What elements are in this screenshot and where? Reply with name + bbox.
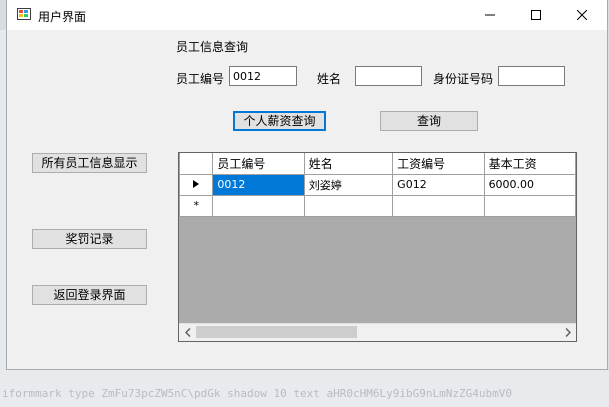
new-row-cell[interactable] bbox=[212, 194, 305, 217]
salary-query-button[interactable]: 个人薪资查询 bbox=[233, 111, 326, 131]
table-row[interactable]: 0012 刘姿婷 G012 6000.00 bbox=[179, 173, 576, 196]
grid-corner-cell[interactable] bbox=[179, 153, 214, 175]
new-row-cell[interactable] bbox=[303, 194, 394, 217]
id-card-input[interactable] bbox=[498, 66, 565, 86]
title-bar[interactable]: 用户界面 bbox=[7, 0, 607, 30]
new-row-cell[interactable] bbox=[483, 194, 576, 217]
grid-header-row: 员工编号 姓名 工资编号 基本工资 bbox=[179, 153, 576, 175]
minimize-button[interactable] bbox=[467, 0, 513, 30]
minimize-icon bbox=[485, 14, 495, 16]
column-header-name[interactable]: 姓名 bbox=[303, 153, 394, 175]
current-row-icon bbox=[193, 180, 200, 188]
window-title: 用户界面 bbox=[38, 10, 87, 24]
column-header-salary-id[interactable]: 工资编号 bbox=[392, 153, 485, 175]
scroll-right-button[interactable] bbox=[559, 324, 576, 341]
horizontal-scrollbar[interactable] bbox=[179, 323, 576, 341]
name-label: 姓名 bbox=[317, 72, 342, 86]
close-button[interactable] bbox=[559, 0, 605, 30]
background-bottom-text: iformmark type ZmFu73pcZW5nC\pdGk shadow… bbox=[2, 387, 512, 400]
back-to-login-button[interactable]: 返回登录界面 bbox=[32, 285, 147, 305]
query-button[interactable]: 查询 bbox=[380, 111, 478, 131]
maximize-button[interactable] bbox=[513, 0, 559, 30]
rewards-records-button[interactable]: 奖罚记录 bbox=[32, 229, 147, 249]
chevron-left-icon bbox=[184, 328, 191, 337]
section-title: 员工信息查询 bbox=[176, 40, 249, 54]
column-header-employee-id[interactable]: 员工编号 bbox=[212, 153, 305, 175]
cell-base-salary[interactable]: 6000.00 bbox=[483, 173, 576, 196]
new-row[interactable]: * bbox=[179, 194, 576, 217]
cell-employee-id[interactable]: 0012 bbox=[212, 173, 305, 196]
cell-salary-id[interactable]: G012 bbox=[392, 173, 485, 196]
user-window: 用户界面 员工信息查询 员工编号 姓名 身份证号码 个人薪资查询 查询 所有员工… bbox=[6, 0, 608, 370]
scrollbar-thumb[interactable] bbox=[196, 326, 357, 338]
new-row-cell[interactable] bbox=[392, 194, 485, 217]
close-icon bbox=[577, 10, 587, 20]
maximize-icon bbox=[531, 10, 541, 20]
cell-name[interactable]: 刘姿婷 bbox=[303, 173, 394, 196]
show-all-employees-button[interactable]: 所有员工信息显示 bbox=[32, 153, 147, 173]
employee-data-grid[interactable]: 员工编号 姓名 工资编号 基本工资 0012 刘姿婷 G012 6000.00 … bbox=[178, 152, 577, 342]
name-input[interactable] bbox=[355, 66, 422, 86]
app-icon bbox=[17, 8, 31, 20]
employee-id-label: 员工编号 bbox=[176, 72, 225, 86]
id-card-label: 身份证号码 bbox=[433, 72, 494, 86]
scroll-left-button[interactable] bbox=[179, 324, 196, 341]
chevron-right-icon bbox=[564, 328, 571, 337]
employee-id-input[interactable] bbox=[229, 66, 297, 86]
row-header[interactable] bbox=[179, 173, 214, 196]
grid-table: 员工编号 姓名 工资编号 基本工资 0012 刘姿婷 G012 6000.00 … bbox=[179, 153, 576, 217]
new-row-marker: * bbox=[179, 194, 214, 217]
column-header-base-salary[interactable]: 基本工资 bbox=[483, 153, 576, 175]
